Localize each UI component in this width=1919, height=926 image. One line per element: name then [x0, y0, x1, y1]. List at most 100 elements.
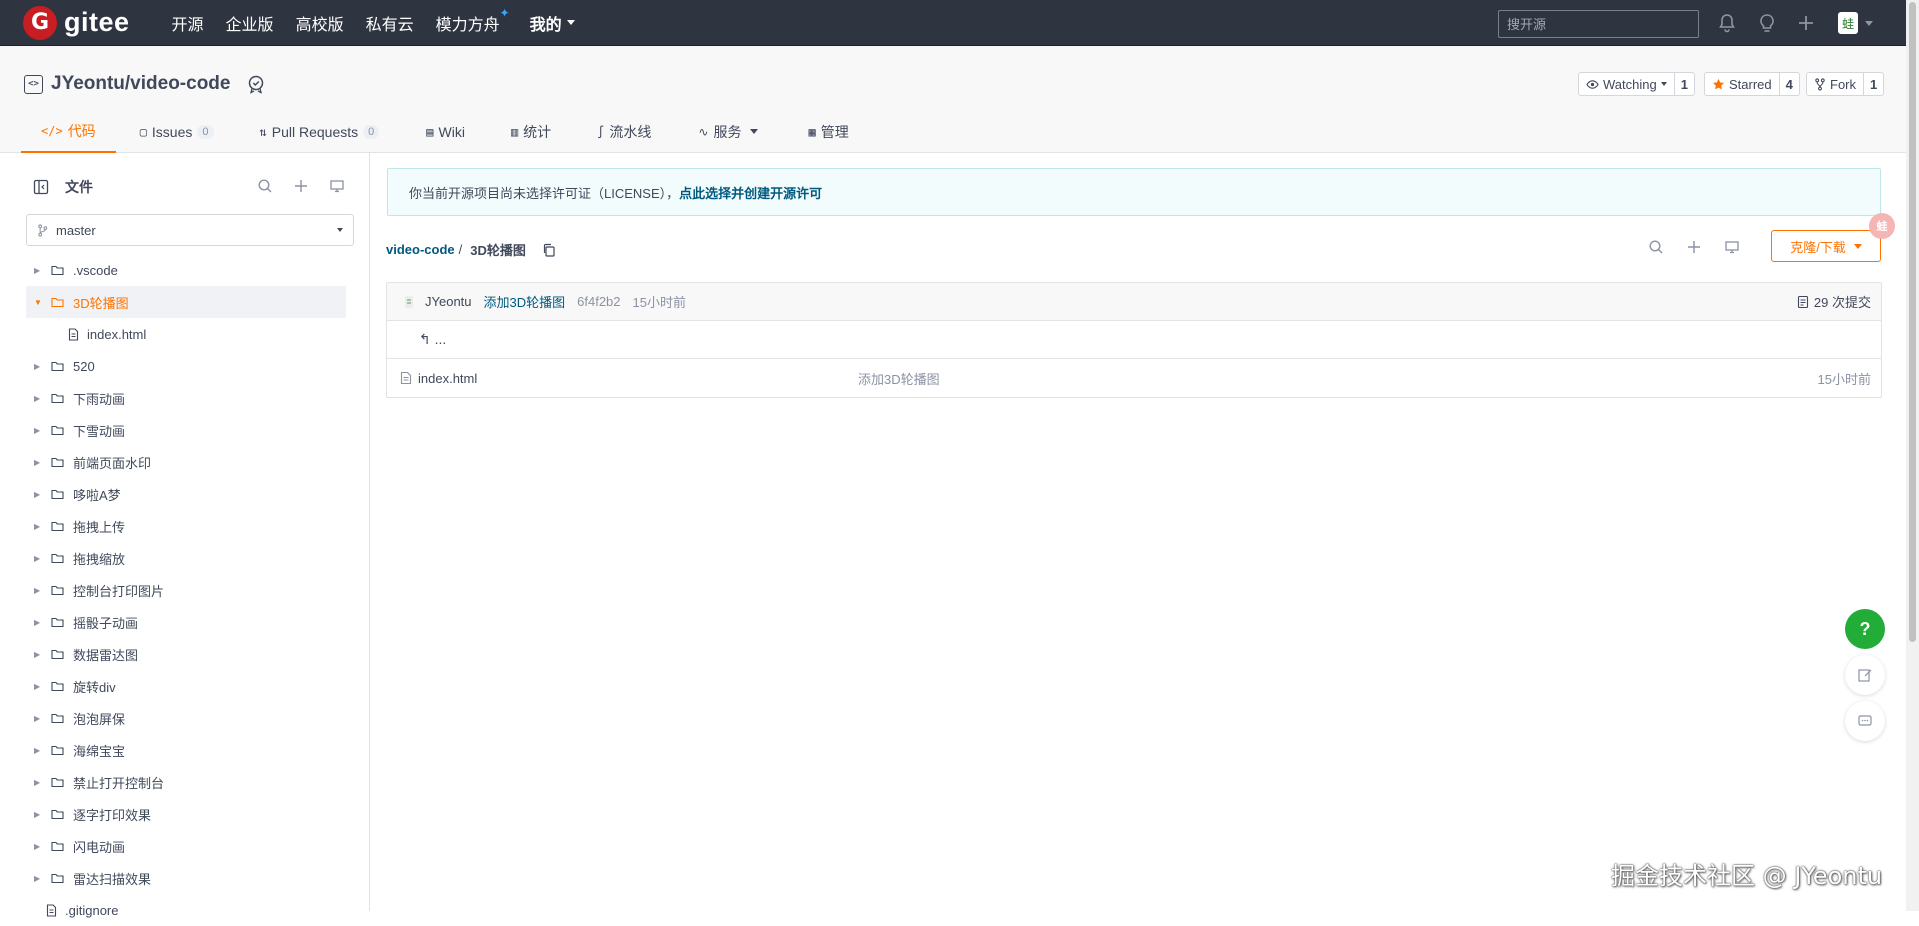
tree-folder-item[interactable]: ▶ 哆啦A梦	[26, 478, 346, 510]
nav-education[interactable]: 高校版	[296, 11, 344, 35]
tree-folder-item[interactable]: ▶ 拖拽缩放	[26, 542, 346, 574]
caret-right-icon[interactable]: ▶	[34, 746, 46, 755]
tree-folder-item[interactable]: ▶ 海绵宝宝	[26, 734, 346, 766]
web-ide-main-icon[interactable]	[1724, 239, 1740, 255]
caret-right-icon[interactable]: ▶	[34, 874, 46, 883]
help-button[interactable]: ?	[1845, 609, 1885, 649]
license-notice: 你当前开源项目尚未选择许可证（LICENSE）， 点此选择并创建开源许可	[387, 168, 1881, 216]
bell-icon[interactable]	[1716, 12, 1738, 34]
tree-folder-item[interactable]: ▶ .vscode	[26, 254, 346, 286]
commit-count-link[interactable]: 29 次提交	[1797, 292, 1871, 311]
caret-right-icon[interactable]: ▶	[34, 266, 46, 275]
create-license-link[interactable]: 点此选择并创建开源许可	[679, 183, 822, 202]
page-scrollbar[interactable]	[1906, 0, 1919, 911]
tab-pull-requests[interactable]: ⇅ Pull Requests 0	[260, 120, 380, 153]
avatar-chevron-down-icon[interactable]	[1865, 21, 1873, 26]
tree-folder-item[interactable]: ▶ 雷达扫描效果	[26, 862, 346, 894]
caret-right-icon[interactable]: ▶	[34, 778, 46, 787]
caret-right-icon[interactable]: ▶	[34, 426, 46, 435]
global-search-input[interactable]	[1498, 10, 1699, 38]
search-files-icon[interactable]	[1648, 239, 1664, 255]
tree-folder-item[interactable]: ▶ 泡泡屏保	[26, 702, 346, 734]
tree-folder-item[interactable]: ▶ 禁止打开控制台	[26, 766, 346, 798]
user-avatar[interactable]: 蛙	[1838, 12, 1858, 34]
add-file-main-icon[interactable]	[1686, 239, 1702, 255]
repo-name[interactable]: JYeontu/video-code	[51, 73, 230, 95]
tab-manage[interactable]: ▦ 管理	[808, 120, 848, 153]
tree-folder-item[interactable]: ▼ 3D轮播图	[26, 286, 346, 318]
caret-down-icon[interactable]: ▼	[34, 298, 46, 307]
tab-issues[interactable]: ▢ Issues 0	[140, 120, 214, 153]
tab-services[interactable]: ∿ 服务	[698, 120, 759, 153]
tree-folder-item[interactable]: ▶ 下雪动画	[26, 414, 346, 446]
caret-right-icon[interactable]: ▶	[34, 810, 46, 819]
caret-right-icon[interactable]: ▶	[34, 714, 46, 723]
nav-private-cloud[interactable]: 私有云	[366, 11, 414, 35]
nav-enterprise[interactable]: 企业版	[226, 11, 274, 35]
tab-wiki[interactable]: ▤ Wiki	[426, 120, 465, 153]
table-row[interactable]: index.html 添加3D轮播图 15小时前	[387, 359, 1881, 397]
caret-right-icon[interactable]: ▶	[34, 522, 46, 531]
file-name[interactable]: index.html	[418, 371, 477, 386]
breadcrumb-separator: /	[458, 242, 463, 257]
caret-right-icon[interactable]: ▶	[34, 554, 46, 563]
caret-right-icon[interactable]: ▶	[34, 650, 46, 659]
tab-stats[interactable]: ▥ 统计	[511, 120, 551, 153]
tab-pipeline[interactable]: ∫ 流水线	[597, 120, 651, 153]
lightbulb-icon[interactable]	[1756, 12, 1778, 34]
tree-folder-item[interactable]: ▶ 逐字打印效果	[26, 798, 346, 830]
caret-right-icon[interactable]: ▶	[34, 842, 46, 851]
main-tools	[1648, 239, 1740, 255]
folder-icon	[51, 361, 64, 372]
caret-right-icon[interactable]: ▶	[34, 586, 46, 595]
collapse-sidebar-icon[interactable]	[33, 179, 49, 195]
tree-file-item[interactable]: index.html	[26, 318, 346, 350]
caret-right-icon[interactable]: ▶	[34, 394, 46, 403]
add-file-icon[interactable]	[293, 178, 309, 194]
star-button[interactable]: Starred	[1705, 73, 1780, 95]
caret-right-icon[interactable]: ▶	[34, 458, 46, 467]
tree-folder-item[interactable]: ▶ 数据雷达图	[26, 638, 346, 670]
caret-right-icon[interactable]: ▶	[34, 490, 46, 499]
tree-folder-item[interactable]: ▶ 下雨动画	[26, 382, 346, 414]
tree-file-item[interactable]: .gitignore	[26, 894, 346, 926]
plus-icon[interactable]	[1795, 12, 1817, 34]
clone-download-button[interactable]: 克隆/下载	[1771, 230, 1881, 262]
chat-button[interactable]	[1845, 701, 1885, 741]
tab-code[interactable]: </> 代码	[21, 120, 116, 153]
feedback-button[interactable]	[1845, 655, 1885, 695]
scrollbar-thumb[interactable]	[1909, 2, 1916, 642]
tree-folder-item[interactable]: ▶ 拖拽上传	[26, 510, 346, 542]
tree-folder-item[interactable]: ▶ 摇骰子动画	[26, 606, 346, 638]
nav-model-ark[interactable]: 模力方舟 ✦	[436, 6, 510, 35]
fork-count[interactable]: 1	[1864, 73, 1883, 95]
tree-folder-item[interactable]: ▶ 旋转div	[26, 670, 346, 702]
caret-right-icon[interactable]: ▶	[34, 618, 46, 627]
tree-folder-item[interactable]: ▶ 闪电动画	[26, 830, 346, 862]
tree-folder-item[interactable]: ▶ 控制台打印图片	[26, 574, 346, 606]
nav-mine-dropdown[interactable]: 我的	[530, 11, 575, 35]
commit-author[interactable]: JYeontu	[425, 294, 472, 309]
commit-sha[interactable]: 6f4f2b2	[577, 294, 620, 309]
fork-button[interactable]: Fork	[1807, 73, 1864, 95]
copy-path-icon[interactable]	[542, 243, 556, 257]
certification-badge-icon[interactable]	[246, 74, 266, 94]
web-ide-icon[interactable]	[329, 178, 345, 194]
breadcrumb-repo-root[interactable]: video-code	[386, 242, 455, 257]
tree-folder-item[interactable]: ▶ 前端页面水印	[26, 446, 346, 478]
nav-open-source[interactable]: 开源	[172, 11, 204, 35]
gitee-logo[interactable]: G gitee	[23, 5, 130, 40]
parent-directory-row[interactable]: ↰ ...	[387, 321, 1881, 359]
branch-selector[interactable]: master	[26, 214, 354, 246]
tree-folder-item[interactable]: ▶ 520	[26, 350, 346, 382]
watch-button[interactable]: Watching	[1579, 73, 1675, 95]
caret-right-icon[interactable]: ▶	[34, 682, 46, 691]
star-count[interactable]: 4	[1780, 73, 1799, 95]
caret-right-icon[interactable]: ▶	[34, 362, 46, 371]
watch-count[interactable]: 1	[1675, 73, 1694, 95]
file-commit-message[interactable]: 添加3D轮播图	[858, 369, 940, 388]
floating-avatar[interactable]: 蛙	[1869, 213, 1895, 239]
commit-message[interactable]: 添加3D轮播图	[484, 292, 566, 311]
file-icon	[68, 327, 79, 341]
search-icon[interactable]	[257, 178, 273, 194]
